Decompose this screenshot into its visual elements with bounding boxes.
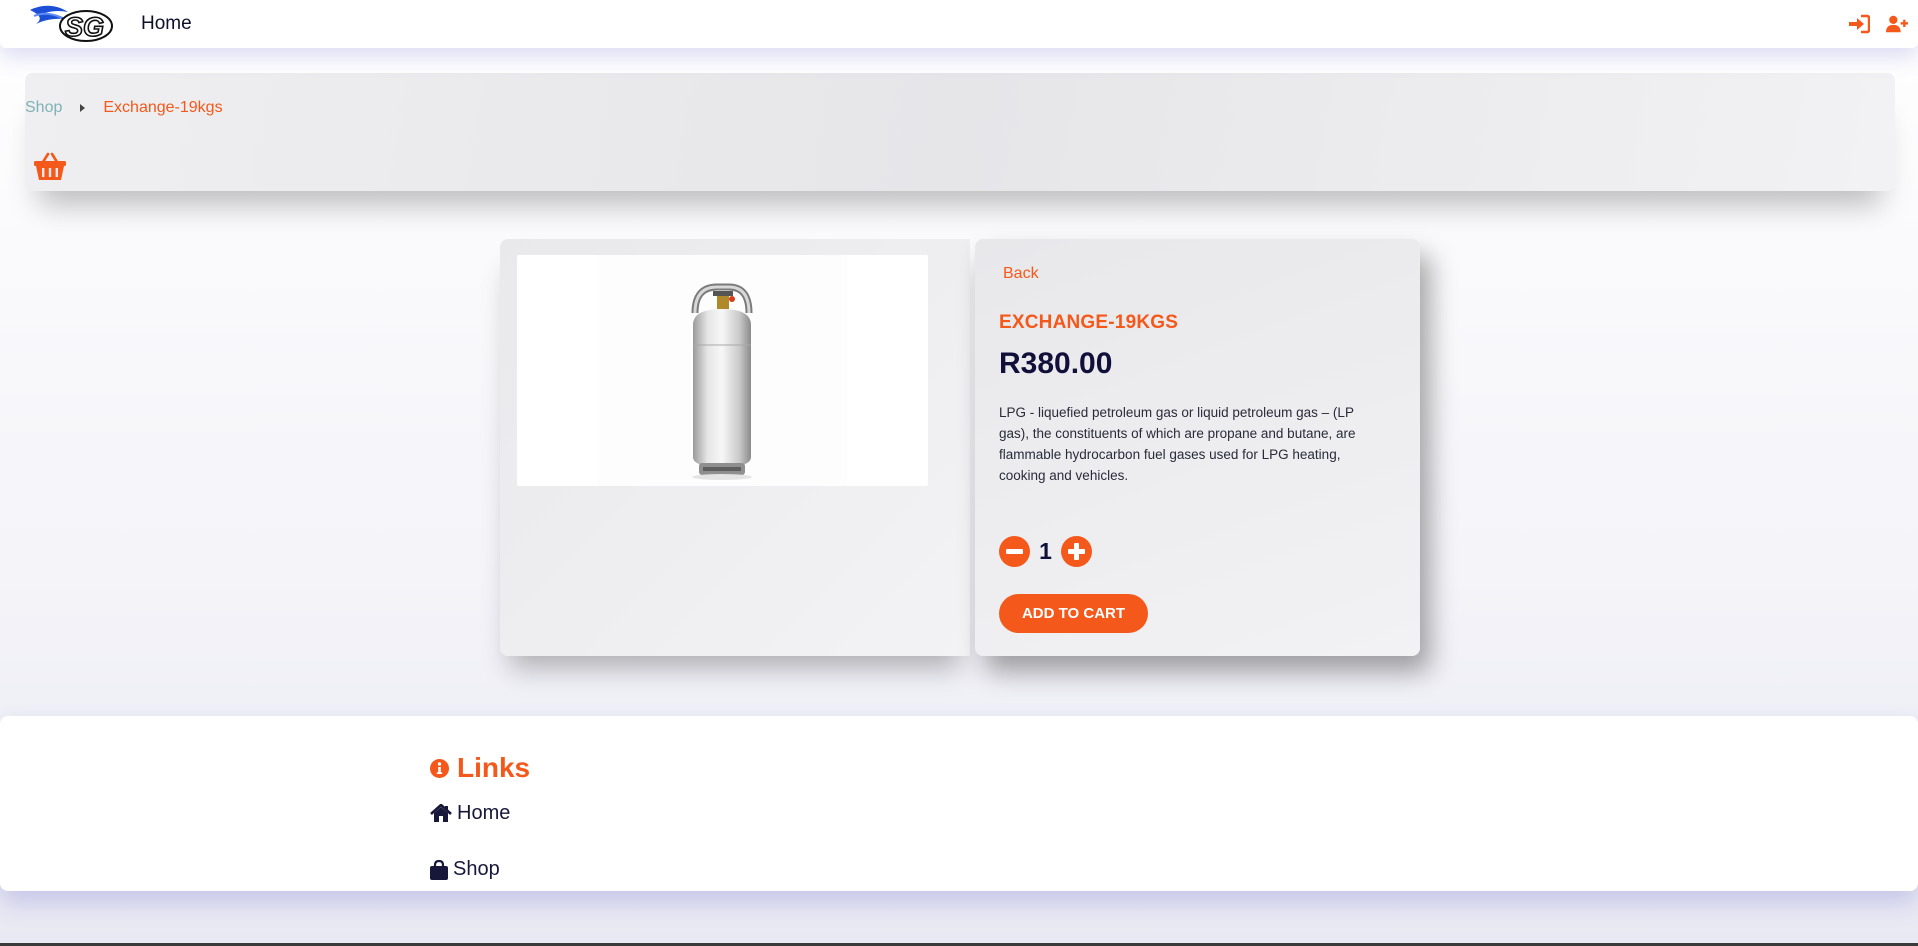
back-link[interactable]: Back <box>1003 265 1039 283</box>
product-price: R380.00 <box>999 347 1113 380</box>
sg-logo[interactable]: SG <box>28 2 114 44</box>
decrease-quantity-button[interactable] <box>999 536 1030 567</box>
minus-icon <box>1006 549 1023 554</box>
quantity-value: 1 <box>1039 538 1052 564</box>
product-image-card <box>500 239 970 656</box>
footer-link-home[interactable]: Home <box>430 802 510 825</box>
caret-right-icon <box>80 104 86 112</box>
nav-home-link[interactable]: Home <box>141 13 192 35</box>
product-image <box>517 255 928 486</box>
quantity-stepper: 1 <box>999 536 1092 567</box>
footer-link-shop[interactable]: Shop <box>430 858 500 881</box>
footer: Links Home Shop <box>0 716 1918 891</box>
breadcrumb-current: Exchange-19kgs <box>103 99 223 116</box>
breadcrumb: Shop Exchange-19kgs <box>25 99 223 117</box>
breadcrumb-shop-link[interactable]: Shop <box>25 99 62 117</box>
increase-quantity-button[interactable] <box>1061 536 1092 567</box>
shopping-bag-icon <box>430 859 448 880</box>
sign-in-icon[interactable] <box>1848 14 1870 34</box>
plus-icon <box>1068 543 1085 560</box>
links-heading-text: Links <box>457 752 531 783</box>
logo-text: SG <box>65 12 104 42</box>
links-heading: Links <box>430 752 530 784</box>
user-plus-icon[interactable] <box>1886 14 1908 34</box>
top-navbar: SG Home <box>0 0 1918 48</box>
breadcrumb-panel: Shop Exchange-19kgs <box>25 73 1895 191</box>
product-description: LPG - liquefied petroleum gas or liquid … <box>999 405 1356 483</box>
product-details-card: Back EXCHANGE-19KGS R380.00 LPG - liquef… <box>975 239 1420 656</box>
gas-cylinder-image <box>597 255 847 486</box>
info-circle-icon <box>430 758 449 778</box>
footer-link-label: Shop <box>453 858 500 880</box>
shopping-basket-icon[interactable] <box>33 152 67 182</box>
product-title: EXCHANGE-19KGS <box>999 312 1179 333</box>
add-to-cart-button[interactable]: ADD TO CART <box>999 594 1148 633</box>
home-icon <box>430 804 452 822</box>
footer-link-label: Home <box>457 802 511 824</box>
